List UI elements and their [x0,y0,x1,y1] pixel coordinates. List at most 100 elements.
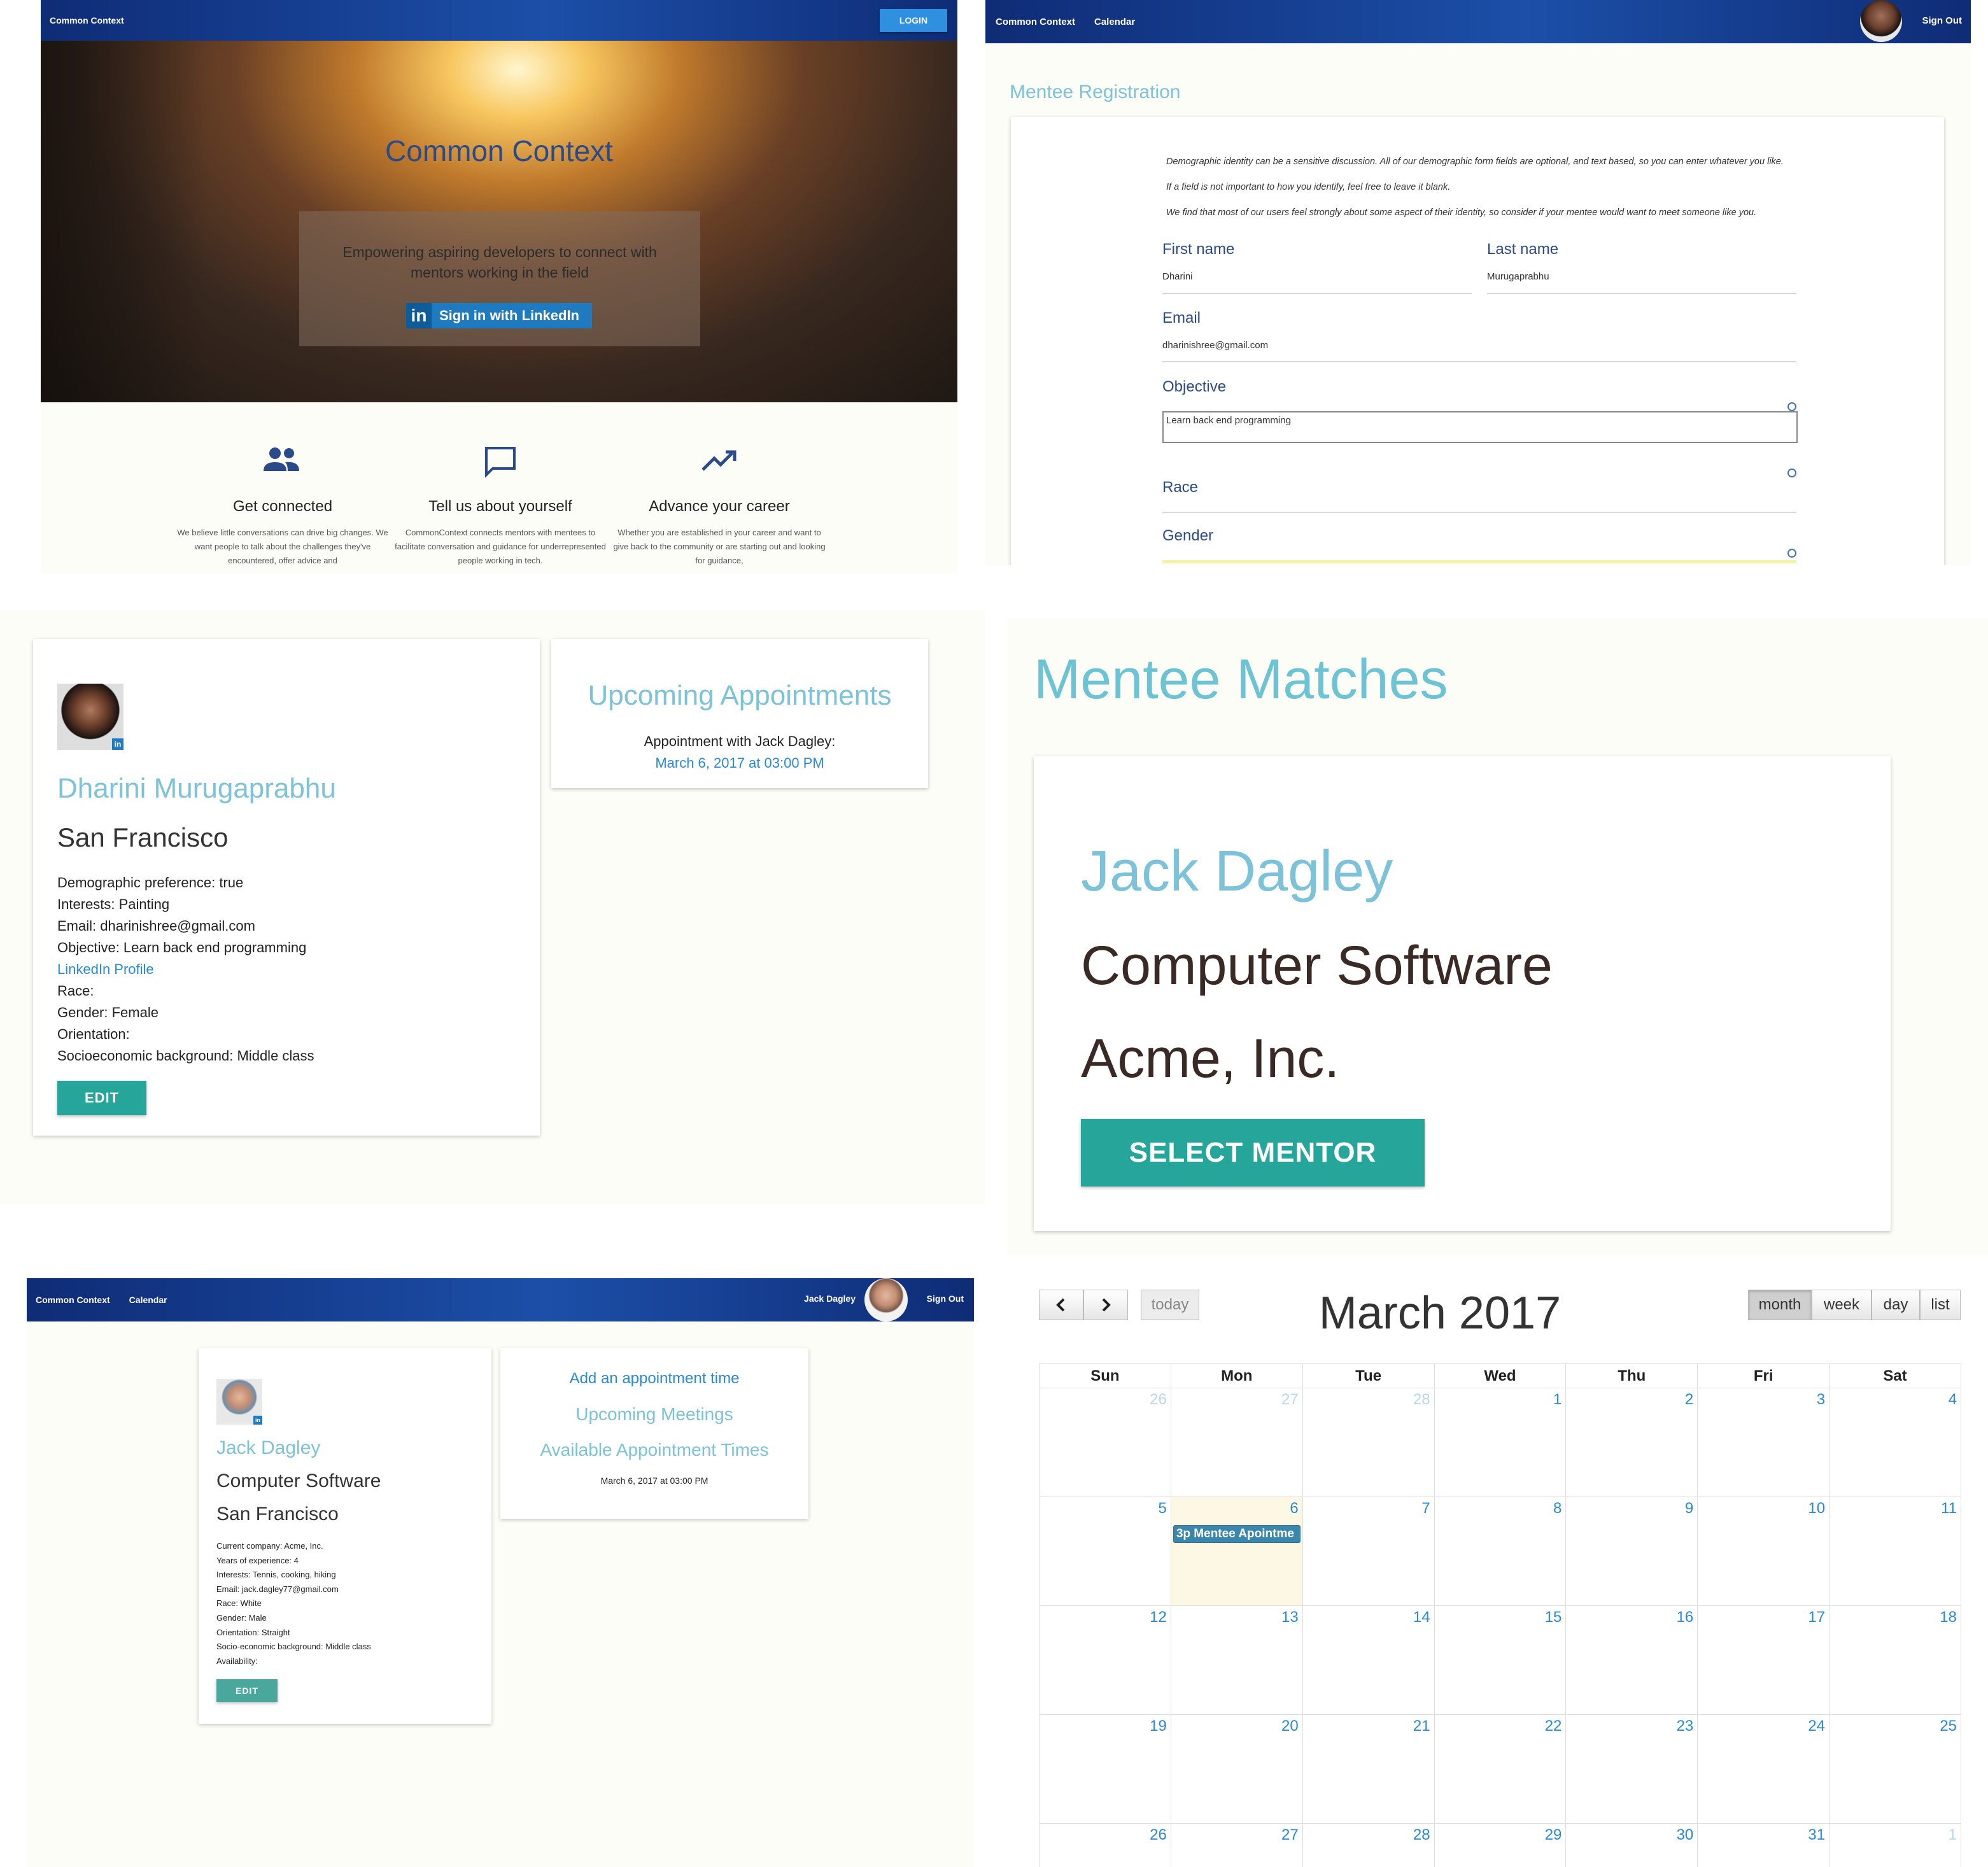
info-icon[interactable] [1787,402,1796,411]
day-cell[interactable]: 31 [1698,1824,1830,1867]
first-name-field[interactable]: Dharini [1162,271,1193,282]
day-cell[interactable]: 20 [1171,1715,1303,1824]
day-cell[interactable]: 24 [1698,1715,1830,1824]
day-number[interactable]: 1 [1553,1391,1561,1409]
day-cell[interactable]: 4 [1829,1388,1961,1497]
signout-link[interactable]: Sign Out [1922,15,1963,26]
gender-field[interactable] [1162,560,1796,563]
day-cell[interactable]: 15 [1434,1606,1567,1715]
day-number[interactable]: 25 [1940,1717,1957,1735]
day-number[interactable]: 26 [1150,1391,1167,1409]
day-number[interactable]: 19 [1150,1717,1167,1735]
day-cell[interactable]: 16 [1566,1606,1698,1715]
day-cell[interactable]: 3 [1698,1388,1830,1497]
calendar-link[interactable]: Calendar [1094,17,1135,27]
calendar-event[interactable]: 3p Mentee Apointme [1173,1525,1301,1543]
linkedin-signin-button[interactable]: in Sign in with LinkedIn [406,303,592,328]
day-number[interactable]: 22 [1545,1717,1562,1735]
day-number[interactable]: 20 [1281,1717,1299,1735]
today-button[interactable]: today [1141,1290,1199,1320]
day-cell[interactable]: 6 3p Mentee Apointme [1171,1497,1303,1606]
nav-username[interactable]: Jack Dagley [804,1293,856,1304]
day-cell[interactable]: 28 [1303,1824,1435,1867]
day-number[interactable]: 4 [1949,1391,1957,1409]
view-week-button[interactable]: week [1812,1290,1872,1320]
day-number[interactable]: 14 [1413,1609,1430,1626]
avatar[interactable] [1860,0,1902,42]
edit-button[interactable]: EDIT [216,1679,278,1702]
edit-button[interactable]: EDIT [57,1081,146,1115]
add-appointment-link[interactable]: Add an appointment time [500,1370,808,1388]
day-number[interactable]: 31 [1808,1826,1825,1844]
next-button[interactable] [1083,1290,1128,1320]
day-number[interactable]: 27 [1281,1826,1299,1844]
info-icon[interactable] [1787,469,1796,477]
select-mentor-button[interactable]: SELECT MENTOR [1081,1119,1425,1187]
day-number[interactable]: 28 [1413,1826,1430,1844]
brand-link[interactable]: Common Context [36,1295,110,1305]
day-cell[interactable]: 21 [1302,1715,1435,1824]
day-number[interactable]: 8 [1553,1500,1561,1518]
day-cell[interactable]: 27 [1171,1388,1303,1497]
email-field[interactable]: dharinishree@gmail.com [1162,340,1268,351]
calendar-link[interactable]: Calendar [129,1295,167,1305]
avatar[interactable] [864,1278,908,1321]
day-number[interactable]: 29 [1545,1826,1562,1844]
day-number[interactable]: 21 [1413,1717,1430,1735]
day-number[interactable]: 23 [1677,1717,1694,1735]
prev-button[interactable] [1039,1290,1083,1320]
day-cell[interactable]: 30 [1566,1824,1698,1867]
day-number[interactable]: 7 [1421,1500,1430,1518]
day-number[interactable]: 18 [1940,1609,1957,1626]
day-cell[interactable]: 22 [1434,1715,1567,1824]
day-number[interactable]: 27 [1281,1391,1299,1409]
day-number[interactable]: 9 [1685,1500,1693,1518]
view-month-button[interactable]: month [1748,1290,1812,1320]
brand-link[interactable]: Common Context [996,17,1075,27]
day-number[interactable]: 6 [1290,1500,1298,1518]
day-cell[interactable]: 26 [1040,1388,1171,1497]
view-list-button[interactable]: list [1920,1290,1961,1320]
day-number[interactable]: 12 [1150,1609,1167,1626]
day-cell[interactable]: 26 [1040,1824,1171,1867]
view-day-button[interactable]: day [1872,1290,1920,1320]
day-cell[interactable]: 1 [1434,1388,1567,1497]
brand-link[interactable]: Common Context [50,15,124,25]
day-cell[interactable]: 2 [1566,1388,1698,1497]
last-name-field[interactable]: Murugaprabhu [1487,271,1549,282]
day-cell[interactable]: 13 [1171,1606,1303,1715]
day-cell[interactable]: 10 [1698,1497,1830,1606]
day-number[interactable]: 2 [1685,1391,1693,1409]
info-icon[interactable] [1787,549,1796,558]
day-cell[interactable]: 28 [1302,1388,1435,1497]
day-cell[interactable]: 7 [1302,1497,1435,1606]
day-cell[interactable]: 14 [1302,1606,1435,1715]
appointment-time-link[interactable]: March 6, 2017 at 03:00 PM [551,755,928,771]
linkedin-profile-link[interactable]: LinkedIn Profile [57,959,516,980]
day-number[interactable]: 5 [1158,1500,1166,1518]
login-button[interactable]: LOGIN [880,9,947,32]
day-cell[interactable]: 19 [1040,1715,1171,1824]
day-number[interactable]: 10 [1808,1500,1825,1518]
day-number[interactable]: 26 [1150,1826,1167,1844]
objective-textarea[interactable]: Learn back end programming [1162,411,1798,443]
day-cell[interactable]: 5 [1040,1497,1171,1606]
day-cell[interactable]: 18 [1829,1606,1961,1715]
day-cell[interactable]: 25 [1829,1715,1961,1824]
day-cell[interactable]: 8 [1434,1497,1567,1606]
day-number[interactable]: 13 [1281,1609,1299,1626]
day-number[interactable]: 30 [1677,1826,1694,1844]
day-cell[interactable]: 27 [1171,1824,1303,1867]
day-number[interactable]: 16 [1677,1609,1694,1626]
day-number[interactable]: 28 [1413,1391,1430,1409]
day-number[interactable]: 24 [1808,1717,1825,1735]
day-cell[interactable]: 11 [1829,1497,1961,1606]
day-cell[interactable]: 23 [1566,1715,1698,1824]
day-cell[interactable]: 29 [1435,1824,1567,1867]
day-number[interactable]: 15 [1545,1609,1562,1626]
day-cell[interactable]: 17 [1698,1606,1830,1715]
signout-link[interactable]: Sign Out [927,1293,964,1304]
day-cell[interactable]: 1 [1829,1824,1961,1867]
day-number[interactable]: 11 [1941,1500,1957,1518]
day-cell[interactable]: 9 [1566,1497,1698,1606]
